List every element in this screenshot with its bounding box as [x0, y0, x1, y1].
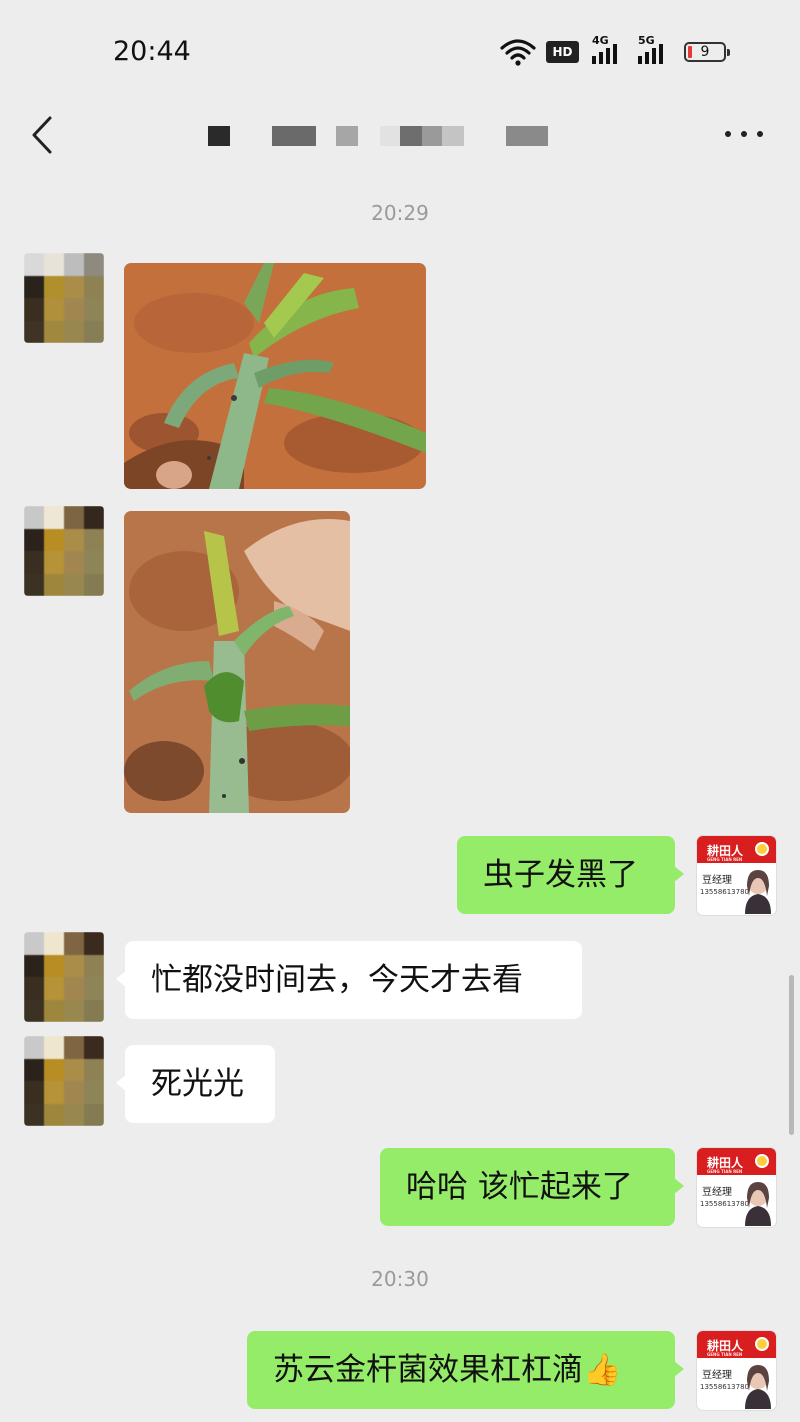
corn-seedling-image — [124, 263, 426, 489]
scrollbar[interactable] — [789, 975, 794, 1135]
signal-bars-icon — [592, 44, 620, 64]
thumbs-up-icon: 👍 — [583, 1352, 622, 1388]
chevron-left-icon[interactable] — [26, 112, 66, 158]
message-bubble-self[interactable]: 苏云金杆菌效果杠杠滴👍 — [247, 1331, 684, 1409]
message-bubble-other[interactable]: 忙都没时间去，今天才去看 — [116, 941, 582, 1019]
hd-voice-icon: HD — [546, 41, 579, 63]
avatar-name: 豆经理 — [702, 1370, 732, 1381]
more-horizontal-icon[interactable] — [722, 118, 766, 148]
contact-avatar[interactable] — [24, 932, 104, 1022]
contact-avatar[interactable] — [24, 506, 104, 596]
status-bar: 20:44 HD 4G 5G 9 — [0, 0, 800, 100]
battery-level: 9 — [700, 44, 710, 60]
brand-sun-icon — [755, 1337, 769, 1351]
status-time: 20:44 — [113, 36, 191, 67]
chat-header — [0, 100, 800, 180]
chat-image[interactable] — [124, 263, 426, 489]
status-icons: HD 4G 5G 9 — [500, 34, 740, 70]
message-text: 苏云金杆菌效果杠杠滴 — [273, 1352, 583, 1388]
contact-avatar[interactable] — [24, 253, 104, 343]
wifi-icon — [500, 39, 536, 66]
chat-image[interactable] — [124, 511, 350, 813]
my-avatar[interactable]: 耕田人 GENG TIAN REN 豆经理 13558613780 — [697, 1148, 776, 1227]
message-bubble-other[interactable]: 死光光 — [116, 1045, 275, 1123]
timestamp: 20:29 — [371, 201, 429, 225]
message-bubble-self[interactable]: 虫子发黑了 — [457, 836, 684, 914]
portrait-icon — [745, 1365, 771, 1409]
battery-icon: 9 — [684, 42, 730, 62]
contact-avatar[interactable] — [24, 1036, 104, 1126]
my-avatar[interactable]: 耕田人 GENG TIAN REN 豆经理 13558613780 — [697, 1331, 776, 1410]
avatar-name: 豆经理 — [702, 875, 732, 886]
brand-sun-icon — [755, 1154, 769, 1168]
portrait-icon — [745, 870, 771, 914]
message-bubble-self[interactable]: 哈哈 该忙起来了 — [380, 1148, 684, 1226]
timestamp: 20:30 — [371, 1267, 429, 1291]
brand-sun-icon — [755, 842, 769, 856]
avatar-name: 豆经理 — [702, 1187, 732, 1198]
signal-bars-icon — [638, 44, 666, 64]
corn-seedling-hand-image — [124, 511, 350, 813]
my-avatar[interactable]: 耕田人 GENG TIAN REN 豆经理 13558613780 — [697, 836, 776, 915]
portrait-icon — [745, 1182, 771, 1226]
